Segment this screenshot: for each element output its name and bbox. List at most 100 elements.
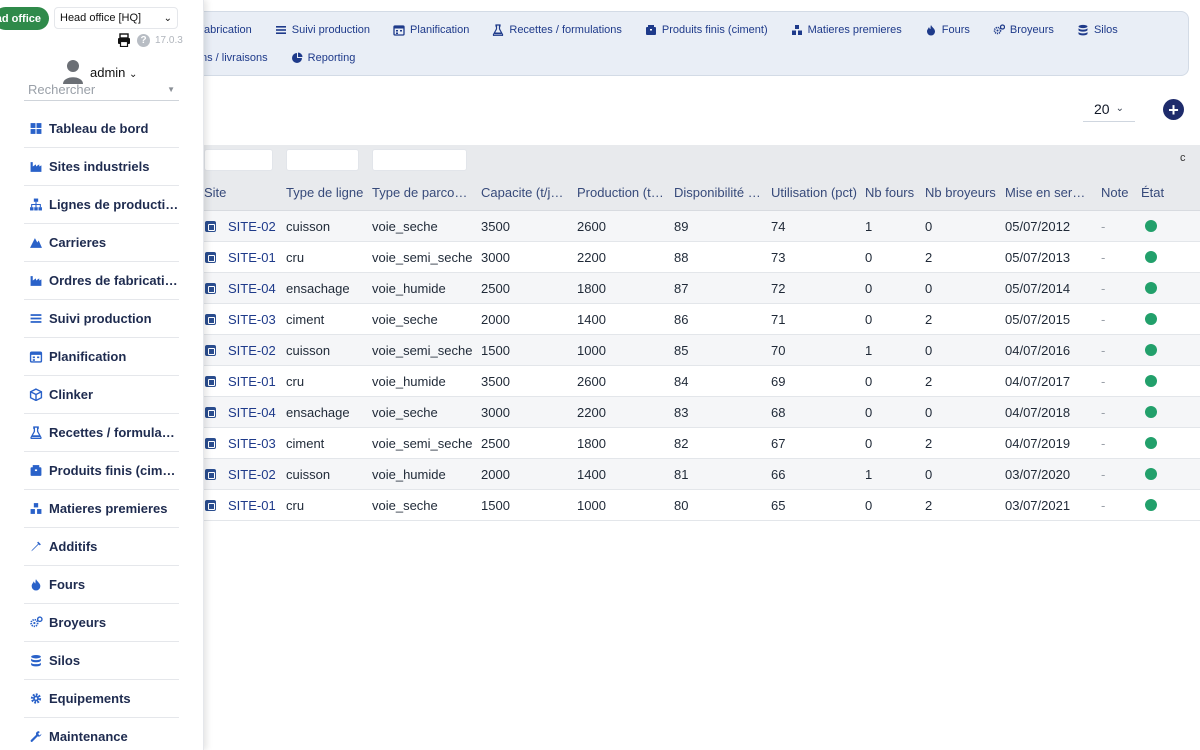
top-nav-item-produits-finis-ciment[interactable]: Produits finis (ciment): [645, 24, 768, 36]
record-icon[interactable]: [205, 438, 216, 449]
sidebar-item-planification[interactable]: Planification: [24, 338, 179, 376]
column-header-capacite-t-j[interactable]: Capacite (t/j…: [481, 185, 563, 200]
cell-site[interactable]: SITE-01: [228, 250, 276, 265]
cubes-icon: [791, 24, 803, 36]
cell-mise: 03/07/2020: [1005, 467, 1071, 482]
cell-util: 69: [771, 374, 786, 389]
table-row[interactable]: SITE-04 ensachage voie_seche 3000 2200 83 68 0 0…: [150, 397, 1200, 428]
list-icon: [28, 312, 44, 326]
sidebar-item-ordres-de-fabrication[interactable]: Ordres de fabrication: [24, 262, 179, 300]
table-row[interactable]: SITE-03 ciment voie_semi_seche 2500 1800 82 67…: [150, 428, 1200, 459]
add-record-button[interactable]: +: [1163, 99, 1184, 120]
top-nav-item-silos[interactable]: Silos: [1077, 24, 1118, 36]
sidebar-item-additifs[interactable]: Additifs: [24, 528, 179, 566]
top-nav-item-ns-livraisons[interactable]: ns / livraisons: [201, 52, 268, 64]
sidebar-item-lignes-de-production[interactable]: Lignes de production: [24, 186, 179, 224]
cell-site[interactable]: SITE-01: [228, 498, 276, 513]
cell-site[interactable]: SITE-04: [228, 281, 276, 296]
cell-fours: 0: [865, 312, 873, 327]
sidebar-item-produits-finis-ciment[interactable]: Produits finis (ciment): [24, 452, 179, 490]
cell-dispo: 84: [674, 374, 689, 389]
record-icon[interactable]: [205, 345, 216, 356]
sidebar-item-suivi-production[interactable]: Suivi production: [24, 300, 179, 338]
table-row[interactable]: SITE-02 cuisson voie_seche 3500 2600 89 74 1 0 05…: [150, 211, 1200, 242]
help-icon[interactable]: ?: [137, 34, 150, 47]
table-row[interactable]: SITE-04 ensachage voie_humide 2500 1800 87 72 0…: [150, 273, 1200, 304]
cell-site[interactable]: SITE-03: [228, 436, 276, 451]
column-header-note[interactable]: Note: [1101, 185, 1128, 200]
sidebar-item-fours[interactable]: Fours: [24, 566, 179, 604]
cell-site[interactable]: SITE-01: [228, 374, 276, 389]
table-row[interactable]: SITE-02 cuisson voie_humide 2000 1400 81 66 1 0 0…: [150, 459, 1200, 490]
top-nav-label: ns / livraisons: [201, 52, 268, 64]
sidebar-item-matieres-premieres[interactable]: Matieres premieres: [24, 490, 179, 528]
office-select[interactable]: Head office [HQ] ⌄: [54, 7, 178, 29]
record-icon[interactable]: [205, 469, 216, 480]
column-header-type-de-parcours[interactable]: Type de parcours: [372, 185, 472, 200]
table-row[interactable]: SITE-02 cuisson voie_semi_seche 1500 1000 85 7…: [150, 335, 1200, 366]
sidebar-item-sites-industriels[interactable]: Sites industriels: [24, 148, 179, 186]
cell-site[interactable]: SITE-02: [228, 467, 276, 482]
sidebar-item-maintenance[interactable]: Maintenance: [24, 718, 179, 750]
sidebar-item-tableau-de-bord[interactable]: Tableau de bord: [24, 110, 179, 148]
table-row[interactable]: SITE-01 cru voie_seche 1500 1000 80 65 0 2 03/07/…: [150, 490, 1200, 521]
sidebar-item-carrieres[interactable]: Carrieres: [24, 224, 179, 262]
sidebar-item-label: Silos: [49, 653, 81, 668]
top-nav-item-matieres-premieres[interactable]: Matieres premieres: [791, 24, 902, 36]
column-header-site[interactable]: Site: [204, 185, 226, 200]
column-header-nb-broyeurs[interactable]: Nb broyeurs: [925, 185, 996, 200]
sidebar-search-input[interactable]: Rechercher ▼: [24, 79, 179, 101]
top-nav-item-suivi-production[interactable]: Suivi production: [275, 24, 370, 36]
top-nav-label: fabrication: [201, 24, 252, 36]
column-header-disponibilite[interactable]: Disponibilité …: [674, 185, 761, 200]
record-icon[interactable]: [205, 407, 216, 418]
top-nav-item-broyeurs[interactable]: Broyeurs: [993, 24, 1054, 36]
cell-type-ligne: cuisson: [286, 467, 331, 482]
print-icon[interactable]: [117, 33, 131, 47]
cell-production: 2200: [577, 405, 606, 420]
record-icon[interactable]: [205, 376, 216, 387]
record-icon[interactable]: [205, 500, 216, 511]
cell-util: 67: [771, 436, 786, 451]
scroll-handle-icon[interactable]: c: [1180, 152, 1186, 164]
column-header-type-de-ligne[interactable]: Type de ligne: [286, 185, 363, 200]
cell-util: 72: [771, 281, 786, 296]
filter-input-type-parcours[interactable]: [372, 149, 467, 171]
column-header-etat[interactable]: État: [1141, 185, 1164, 200]
column-header-nb-fours[interactable]: Nb fours: [865, 185, 914, 200]
sidebar-item-clinker[interactable]: Clinker: [24, 376, 179, 414]
table-row[interactable]: SITE-01 cru voie_humide 3500 2600 84 69 0 2 04/07…: [150, 366, 1200, 397]
cell-site[interactable]: SITE-02: [228, 343, 276, 358]
page-size-select[interactable]: 20 ⌄: [1083, 96, 1135, 122]
top-nav-item-fabrication[interactable]: fabrication: [201, 24, 252, 36]
sidebar-item-broyeurs[interactable]: Broyeurs: [24, 604, 179, 642]
table-row[interactable]: SITE-03 ciment voie_seche 2000 1400 86 71 0 2 05/…: [150, 304, 1200, 335]
record-icon[interactable]: [205, 283, 216, 294]
record-icon[interactable]: [205, 252, 216, 263]
top-nav-label: Matieres premieres: [807, 24, 902, 36]
sidebar-item-equipements[interactable]: Equipements: [24, 680, 179, 718]
record-icon[interactable]: [205, 314, 216, 325]
top-nav-item-reporting[interactable]: Reporting: [291, 52, 355, 64]
column-header-mise-en-serv[interactable]: Mise en serv…: [1005, 185, 1090, 200]
cell-type-ligne: ciment: [286, 436, 325, 451]
cell-util: 65: [771, 498, 786, 513]
column-header-production-t[interactable]: Production (t…: [577, 185, 664, 200]
office-button[interactable]: ad office: [0, 7, 49, 30]
calendar-icon: [28, 350, 44, 364]
record-icon[interactable]: [205, 221, 216, 232]
top-nav-item-fours[interactable]: Fours: [925, 24, 970, 36]
cell-fours: 1: [865, 343, 873, 358]
cell-site[interactable]: SITE-02: [228, 219, 276, 234]
column-header-utilisation-pct[interactable]: Utilisation (pct): [771, 185, 857, 200]
sidebar-item-silos[interactable]: Silos: [24, 642, 179, 680]
user-menu[interactable]: admin ⌄: [90, 65, 137, 80]
cell-site[interactable]: SITE-03: [228, 312, 276, 327]
top-nav-item-recettes-formulations[interactable]: Recettes / formulations: [492, 24, 622, 36]
sidebar-item-recettes-formulatio[interactable]: Recettes / formulatio…: [24, 414, 179, 452]
top-nav-item-planification[interactable]: Planification: [393, 24, 469, 36]
filter-input-type-ligne[interactable]: [286, 149, 359, 171]
cell-site[interactable]: SITE-04: [228, 405, 276, 420]
filter-input-site[interactable]: [204, 149, 273, 171]
table-row[interactable]: SITE-01 cru voie_semi_seche 3000 2200 88 73 0 2 0…: [150, 242, 1200, 273]
